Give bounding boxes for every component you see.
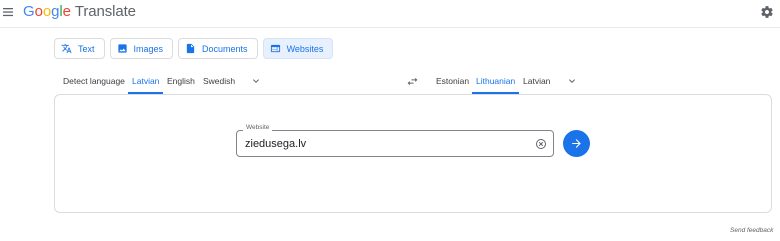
source-lang-english[interactable]: English	[167, 70, 195, 94]
translate-icon	[61, 43, 72, 54]
source-more-chevron-down-icon[interactable]	[250, 75, 262, 87]
tab-websites[interactable]: Websites	[262, 38, 334, 59]
logo-letter: G	[23, 3, 35, 20]
logo-letter: e	[62, 3, 71, 20]
document-icon	[186, 43, 195, 54]
app-header: Google Translate	[0, 0, 780, 28]
logo-letter: o	[34, 3, 43, 20]
translate-website-button[interactable]	[563, 130, 590, 157]
source-lang-latvian[interactable]: Latvian	[128, 70, 164, 94]
product-name: Translate	[74, 3, 136, 20]
target-lang-estonian[interactable]: Estonian	[436, 70, 469, 94]
send-feedback-link[interactable]: Send feedback	[730, 227, 773, 234]
source-lang-swedish[interactable]: Swedish	[203, 70, 235, 94]
google-translate-logo[interactable]: Google Translate	[23, 3, 136, 20]
swap-languages-icon[interactable]	[406, 75, 419, 88]
mode-tabs: Text Images Documents Websites	[54, 38, 334, 59]
tab-images[interactable]: Images	[109, 38, 174, 59]
tab-label: Images	[133, 43, 164, 54]
target-lang-lithuanian[interactable]: Lithuanian	[472, 70, 520, 94]
source-lang-detect[interactable]: Detect language	[63, 70, 125, 94]
tab-label: Text	[78, 43, 95, 54]
website-field-label: Website	[243, 124, 273, 131]
website-icon	[270, 44, 280, 53]
tab-text[interactable]: Text	[54, 38, 105, 59]
image-icon	[117, 44, 127, 53]
tab-documents[interactable]: Documents	[178, 38, 258, 59]
website-url-input[interactable]	[245, 136, 525, 152]
language-bar: Detect language Latvian English Swedish …	[0, 70, 780, 94]
tab-label: Documents	[202, 43, 248, 54]
arrow-right-icon	[572, 139, 581, 148]
website-field[interactable]	[236, 130, 554, 157]
tab-label: Websites	[286, 43, 324, 54]
logo-letter: o	[42, 3, 52, 20]
hamburger-menu-icon[interactable]	[2, 6, 14, 18]
target-lang-latvian[interactable]: Latvian	[523, 70, 550, 94]
clear-input-icon[interactable]	[535, 138, 547, 150]
target-more-chevron-down-icon[interactable]	[566, 75, 578, 87]
settings-gear-icon[interactable]	[760, 5, 774, 19]
